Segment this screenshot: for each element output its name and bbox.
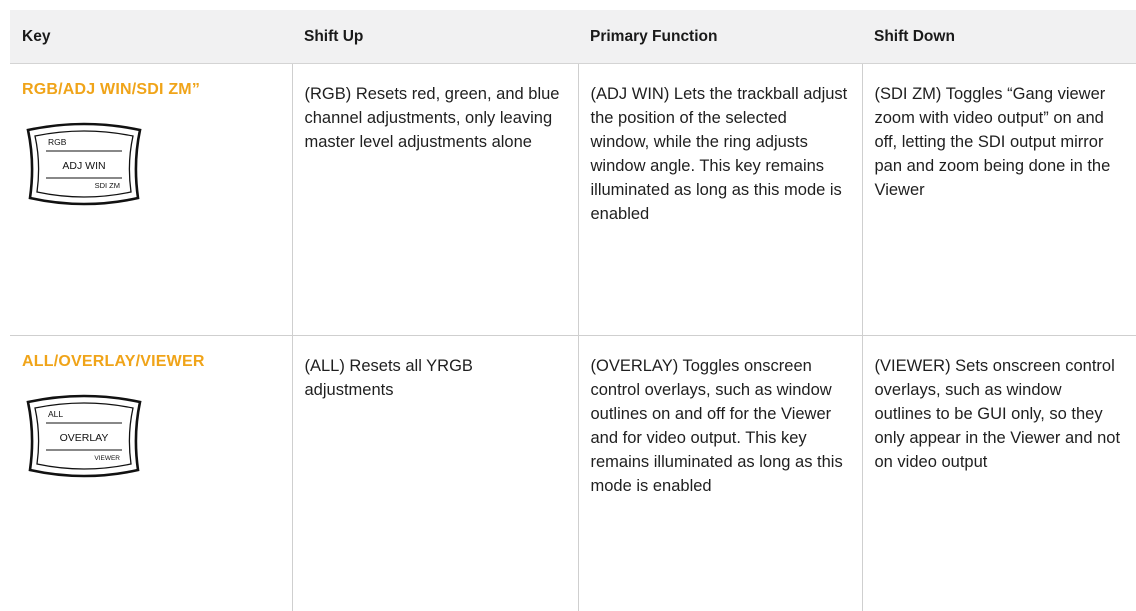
primary-function-cell: (OVERLAY) Toggles onscreen control overl… [577, 335, 862, 611]
key-icon-bottom-label: VIEWER [94, 455, 120, 462]
shift-down-cell: (SDI ZM) Toggles “Gang viewer zoom with … [861, 63, 1136, 336]
table-row: RGB/ADJ WIN/SDI ZM” RGB ADJ WIN SDI ZM (… [10, 63, 1136, 336]
table-row: ALL/OVERLAY/VIEWER ALL OVERLAY VIEWER (A… [10, 335, 1136, 611]
key-icon-bottom-label: SDI ZM [95, 181, 120, 190]
key-icon-top-label: RGB [48, 137, 67, 147]
table-header-row: Key Shift Up Primary Function Shift Down [10, 10, 1136, 64]
shift-up-cell: (ALL) Resets all YRGB adjustments [291, 335, 578, 611]
key-cell: ALL/OVERLAY/VIEWER ALL OVERLAY VIEWER [10, 336, 292, 611]
key-function-table: Key Shift Up Primary Function Shift Down… [10, 10, 1136, 611]
top-margin [0, 0, 1136, 10]
key-name: ALL/OVERLAY/VIEWER [22, 353, 205, 370]
header-primary-function: Primary Function [578, 10, 862, 64]
header-key: Key [10, 10, 292, 64]
key-icon-middle-label: OVERLAY [60, 432, 109, 444]
key-cell: RGB/ADJ WIN/SDI ZM” RGB ADJ WIN SDI ZM [10, 63, 292, 336]
header-shift-up: Shift Up [292, 10, 578, 64]
primary-function-cell: (ADJ WIN) Lets the trackball adjust the … [577, 63, 862, 336]
header-shift-down: Shift Down [862, 10, 1136, 64]
shift-down-cell: (VIEWER) Sets onscreen control overlays,… [861, 335, 1136, 611]
key-icon-middle-label: ADJ WIN [62, 160, 105, 172]
all-overlay-key-icon: ALL OVERLAY VIEWER [26, 394, 142, 478]
shift-up-cell: (RGB) Resets red, green, and blue channe… [291, 63, 578, 336]
rgb-adj-win-key-icon: RGB ADJ WIN SDI ZM [26, 122, 142, 206]
key-name: RGB/ADJ WIN/SDI ZM” [22, 81, 201, 98]
key-icon-top-label: ALL [48, 409, 63, 419]
